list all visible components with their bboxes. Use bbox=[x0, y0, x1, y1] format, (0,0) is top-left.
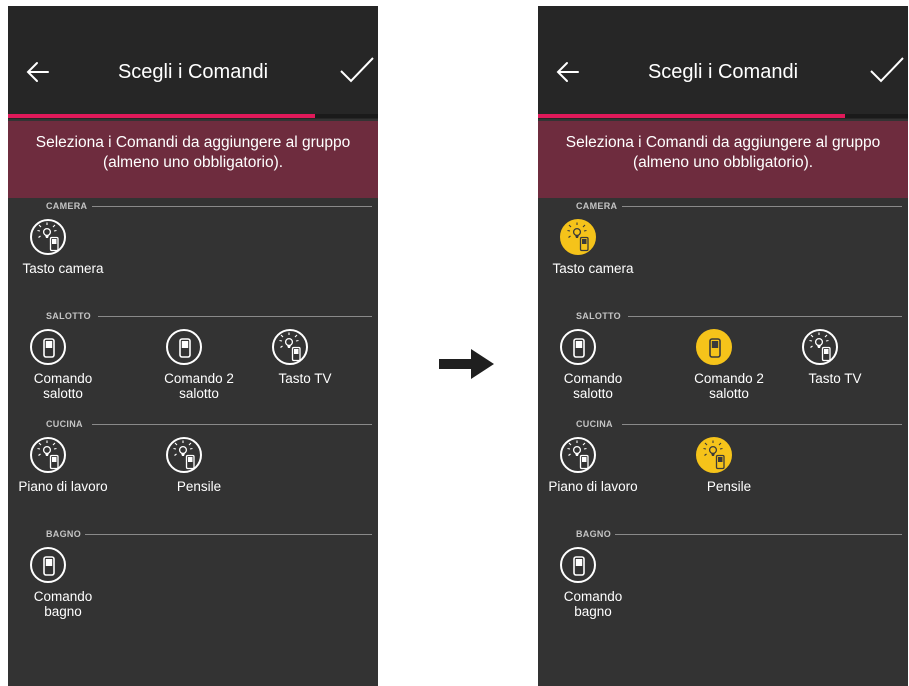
progress-fill bbox=[8, 114, 316, 118]
lamp-switch-icon bbox=[560, 437, 596, 473]
command-label: Comando 2 salotto bbox=[164, 371, 234, 401]
command-item[interactable]: Pensile bbox=[144, 435, 254, 495]
page-title: Scegli i Comandi bbox=[647, 61, 799, 83]
section-label-camera: CAMERA bbox=[46, 201, 88, 211]
command-item[interactable]: Comando salotto bbox=[8, 327, 118, 401]
instruction-banner: Seleziona i Comandi da aggiungere al gru… bbox=[538, 121, 908, 198]
lamp-switch-icon-glyph bbox=[809, 332, 831, 362]
lamp-switch-icon bbox=[272, 329, 308, 365]
page-title: Scegli i Comandi bbox=[117, 61, 269, 83]
command-item[interactable]: Piano di lavoro bbox=[8, 435, 118, 495]
command-label: Pensile bbox=[706, 479, 752, 494]
screen-before: Scegli i Comandi Seleziona i Comandi da … bbox=[8, 6, 378, 686]
command-item[interactable]: Pensile bbox=[674, 435, 784, 495]
section-divider bbox=[615, 534, 902, 535]
instruction-text: Seleziona i Comandi da aggiungere al gru… bbox=[565, 134, 881, 171]
command-item[interactable]: Tasto camera bbox=[538, 217, 648, 277]
switch-icon bbox=[696, 329, 732, 365]
section-divider bbox=[91, 206, 372, 207]
app-header: Scegli i Comandi bbox=[538, 6, 908, 119]
instruction-text: Seleziona i Comandi da aggiungere al gru… bbox=[35, 134, 351, 171]
lamp-switch-icon-glyph bbox=[567, 440, 589, 470]
section-divider bbox=[91, 424, 372, 425]
switch-icon-glyph bbox=[179, 338, 191, 358]
section-divider bbox=[628, 316, 902, 317]
switch-icon bbox=[560, 547, 596, 583]
lamp-switch-icon bbox=[30, 437, 66, 473]
command-label: Tasto camera bbox=[552, 261, 634, 276]
lamp-switch-icon-glyph bbox=[37, 440, 59, 470]
command-item[interactable]: Comando bagno bbox=[8, 545, 118, 619]
switch-icon-glyph bbox=[573, 338, 585, 358]
command-label: Pensile bbox=[176, 479, 222, 494]
right-arrow-icon bbox=[439, 349, 494, 379]
command-item[interactable]: Tasto camera bbox=[8, 217, 118, 277]
screen-after: Scegli i Comandi Seleziona i Comandi da … bbox=[538, 6, 908, 686]
switch-icon bbox=[30, 329, 66, 365]
lamp-switch-icon bbox=[30, 219, 66, 255]
lamp-switch-icon-glyph bbox=[279, 332, 301, 362]
section-label-cucina: CUCINA bbox=[46, 419, 83, 429]
confirm-check-icon[interactable] bbox=[338, 55, 376, 87]
command-label: Tasto TV bbox=[278, 371, 332, 386]
command-label: Piano di lavoro bbox=[548, 479, 638, 494]
section-label-bagno: BAGNO bbox=[576, 529, 611, 539]
progress-bar bbox=[538, 114, 908, 118]
command-label: Tasto TV bbox=[808, 371, 862, 386]
app-header: Scegli i Comandi bbox=[8, 6, 378, 119]
progress-bar bbox=[8, 114, 378, 118]
command-label: Comando salotto bbox=[563, 371, 623, 401]
command-item[interactable]: Tasto TV bbox=[780, 327, 890, 387]
lamp-switch-icon-glyph bbox=[37, 222, 59, 252]
lamp-switch-icon bbox=[802, 329, 838, 365]
switch-icon bbox=[166, 329, 202, 365]
command-label: Comando bagno bbox=[563, 589, 623, 619]
command-item[interactable]: Tasto TV bbox=[250, 327, 360, 387]
progress-fill bbox=[538, 114, 846, 118]
section-label-salotto: SALOTTO bbox=[46, 311, 91, 321]
command-label: Comando bagno bbox=[33, 589, 93, 619]
command-label: Tasto camera bbox=[22, 261, 104, 276]
lamp-switch-icon-glyph bbox=[173, 440, 195, 470]
section-divider bbox=[98, 316, 372, 317]
command-item[interactable]: Piano di lavoro bbox=[538, 435, 648, 495]
section-divider bbox=[85, 534, 372, 535]
command-item[interactable]: Comando salotto bbox=[538, 327, 648, 401]
instruction-banner: Seleziona i Comandi da aggiungere al gru… bbox=[8, 121, 378, 198]
section-label-salotto: SALOTTO bbox=[576, 311, 621, 321]
switch-icon-glyph bbox=[573, 556, 585, 576]
lamp-switch-icon bbox=[560, 219, 596, 255]
lamp-switch-icon bbox=[166, 437, 202, 473]
command-item[interactable]: Comando 2 salotto bbox=[674, 327, 784, 401]
section-label-cucina: CUCINA bbox=[576, 419, 613, 429]
switch-icon-glyph bbox=[43, 338, 55, 358]
lamp-switch-icon-glyph bbox=[567, 222, 589, 252]
command-label: Comando salotto bbox=[33, 371, 93, 401]
switch-icon-glyph bbox=[43, 556, 55, 576]
section-label-camera: CAMERA bbox=[576, 201, 618, 211]
lamp-switch-icon-glyph bbox=[703, 440, 725, 470]
command-item[interactable]: Comando bagno bbox=[538, 545, 648, 619]
section-label-bagno: BAGNO bbox=[46, 529, 81, 539]
command-label: Piano di lavoro bbox=[18, 479, 108, 494]
confirm-check-icon[interactable] bbox=[868, 55, 906, 87]
switch-icon bbox=[30, 547, 66, 583]
switch-icon bbox=[560, 329, 596, 365]
lamp-switch-icon bbox=[696, 437, 732, 473]
switch-icon-glyph bbox=[709, 338, 721, 358]
section-divider bbox=[621, 206, 902, 207]
section-divider bbox=[621, 424, 902, 425]
command-label: Comando 2 salotto bbox=[694, 371, 764, 401]
command-item[interactable]: Comando 2 salotto bbox=[144, 327, 254, 401]
